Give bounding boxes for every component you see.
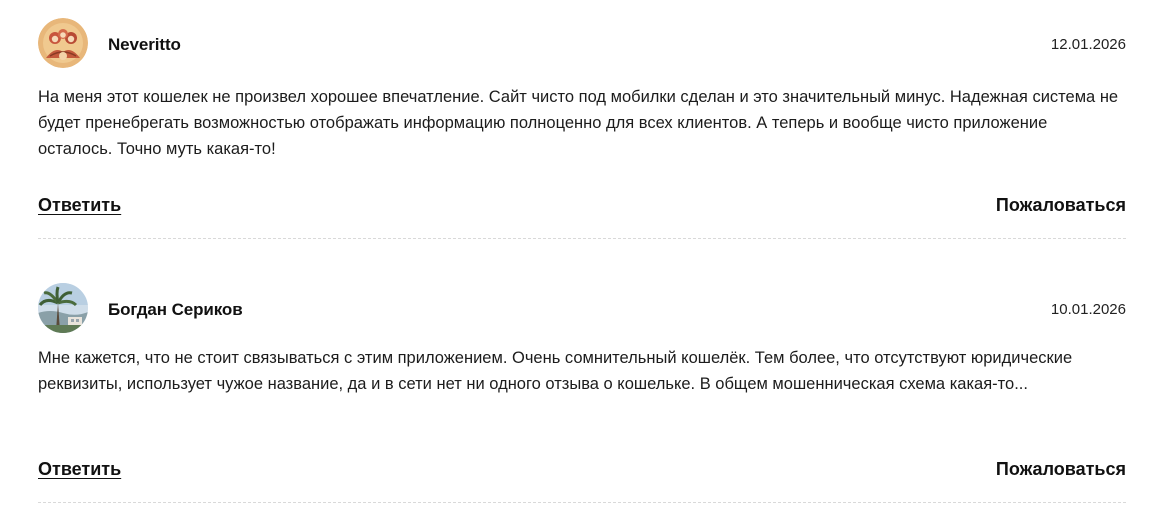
comment-header: Богдан Сериков 10.01.2026 [38,283,1126,335]
comment-date: 12.01.2026 [1050,36,1126,53]
report-link[interactable]: Пожаловаться [996,459,1126,480]
divider [38,238,1126,239]
comment-actions: Ответить Пожаловаться [38,195,1126,219]
comment-item: Neveritto 12.01.2026 На меня этот кошеле… [38,18,1126,239]
reply-link[interactable]: Ответить [38,195,121,216]
avatar [38,283,88,333]
comment-actions: Ответить Пожаловаться [38,459,1126,483]
avatar [38,18,88,68]
comment-author: Neveritto [108,35,181,54]
avatar-image [38,283,88,333]
avatar-image [38,18,88,68]
comment-date: 10.01.2026 [1050,301,1126,318]
comment-text: На меня этот кошелек не произвел хорошее… [38,88,1119,158]
comment-text: Мне кажется, что не стоит связываться с … [38,349,1073,393]
reply-link[interactable]: Ответить [38,459,121,480]
comments-list: Neveritto 12.01.2026 На меня этот кошеле… [0,0,1149,509]
comment-item: Богдан Сериков 10.01.2026 Мне кажется, ч… [38,283,1126,503]
report-link[interactable]: Пожаловаться [996,195,1126,216]
comment-author: Богдан Сериков [108,300,243,319]
comment-header: Neveritto 12.01.2026 [38,18,1126,70]
divider [38,502,1126,503]
